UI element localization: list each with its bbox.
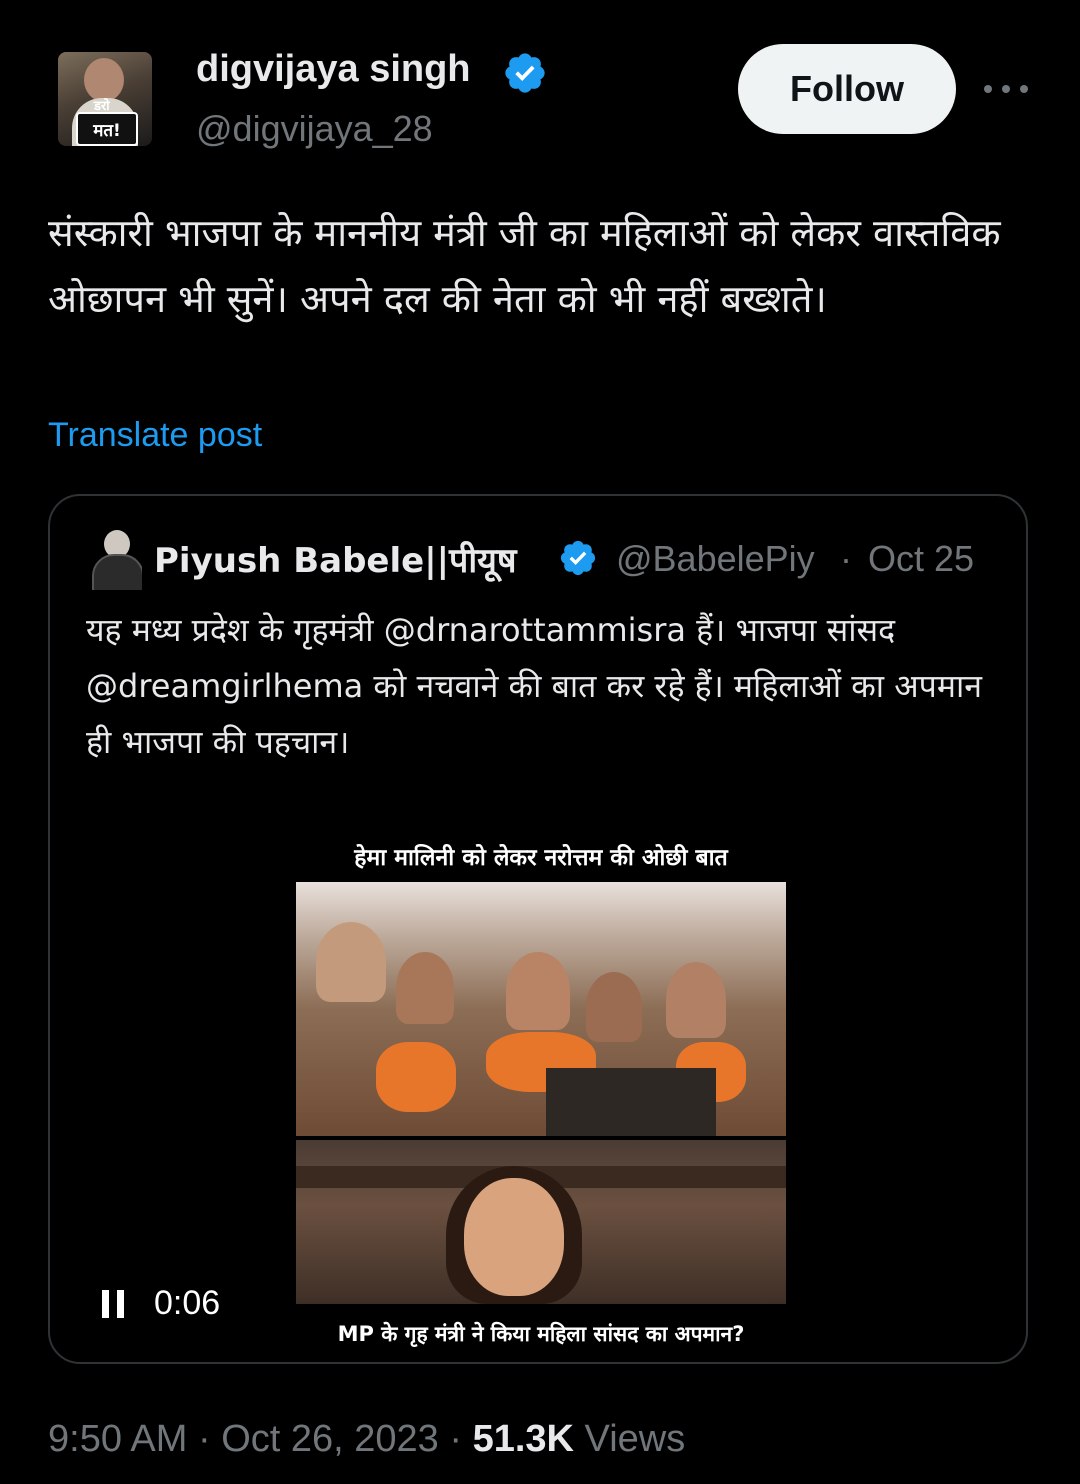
video-player[interactable] (296, 882, 786, 1304)
more-dot (1020, 85, 1028, 93)
more-dot (1002, 85, 1010, 93)
post-date[interactable]: Oct 26, 2023 (221, 1418, 439, 1460)
translate-post-link[interactable]: Translate post (48, 416, 262, 455)
video-caption-overlay: MP के गृह मंत्री ने किया महिला सांसद का … (337, 1322, 745, 1346)
video-person (316, 922, 386, 1002)
video-frame-bottom (296, 1140, 786, 1304)
post-time[interactable]: 9:50 AM (48, 1418, 187, 1460)
video-person (396, 952, 454, 1024)
quoted-author-avatar[interactable] (90, 530, 142, 590)
video-title-overlay: हेमा मालिनी को लेकर नरोत्तम की ओछी बात (354, 845, 728, 871)
author-name[interactable]: digvijaya singh (196, 48, 471, 91)
quoted-verified-badge-icon (560, 540, 596, 576)
post-meta: 9:50 AM · Oct 26, 2023 · 51.3K Views (48, 1418, 685, 1461)
video-garland (376, 1042, 456, 1112)
quoted-date[interactable]: Oct 25 (868, 538, 974, 580)
quoted-avatar-body (92, 554, 142, 590)
pause-bar (102, 1290, 109, 1318)
quoted-post-text: यह मध्य प्रदेश के गृहमंत्री @drnarottamm… (86, 611, 983, 761)
video-person (586, 972, 642, 1042)
video-person (506, 952, 570, 1030)
meta-separator: · (449, 1418, 463, 1460)
video-person (666, 962, 726, 1038)
pause-bar (117, 1290, 124, 1318)
quoted-author-name[interactable]: Piyush Babele||पीयूष (154, 536, 546, 582)
avatar-badge: मत! (76, 112, 138, 146)
follow-button[interactable]: Follow (738, 44, 956, 134)
author-handle[interactable]: @digvijaya_28 (196, 108, 433, 150)
quoted-author-handle[interactable]: @BabelePiy (616, 538, 824, 580)
meta-separator: · (197, 1418, 211, 1460)
more-options-icon[interactable] (984, 76, 1028, 102)
views-count: 51.3K (472, 1418, 574, 1460)
quoted-post-card[interactable]: Piyush Babele||पीयूष @BabelePiy · Oct 25… (48, 494, 1028, 1364)
views-label: Views (584, 1418, 686, 1460)
quoted-separator: · (840, 538, 852, 579)
more-dot (984, 85, 992, 93)
pause-icon[interactable] (102, 1290, 124, 1318)
video-time: 0:06 (154, 1284, 221, 1322)
video-podium (546, 1068, 716, 1136)
video-woman-face (464, 1178, 564, 1296)
post-text: संस्कारी भाजपा के माननीय मंत्री जी का मह… (48, 211, 1001, 321)
author-avatar[interactable]: डरो मत! (58, 52, 152, 146)
video-frame-top (296, 882, 786, 1136)
verified-badge-icon (505, 53, 545, 93)
